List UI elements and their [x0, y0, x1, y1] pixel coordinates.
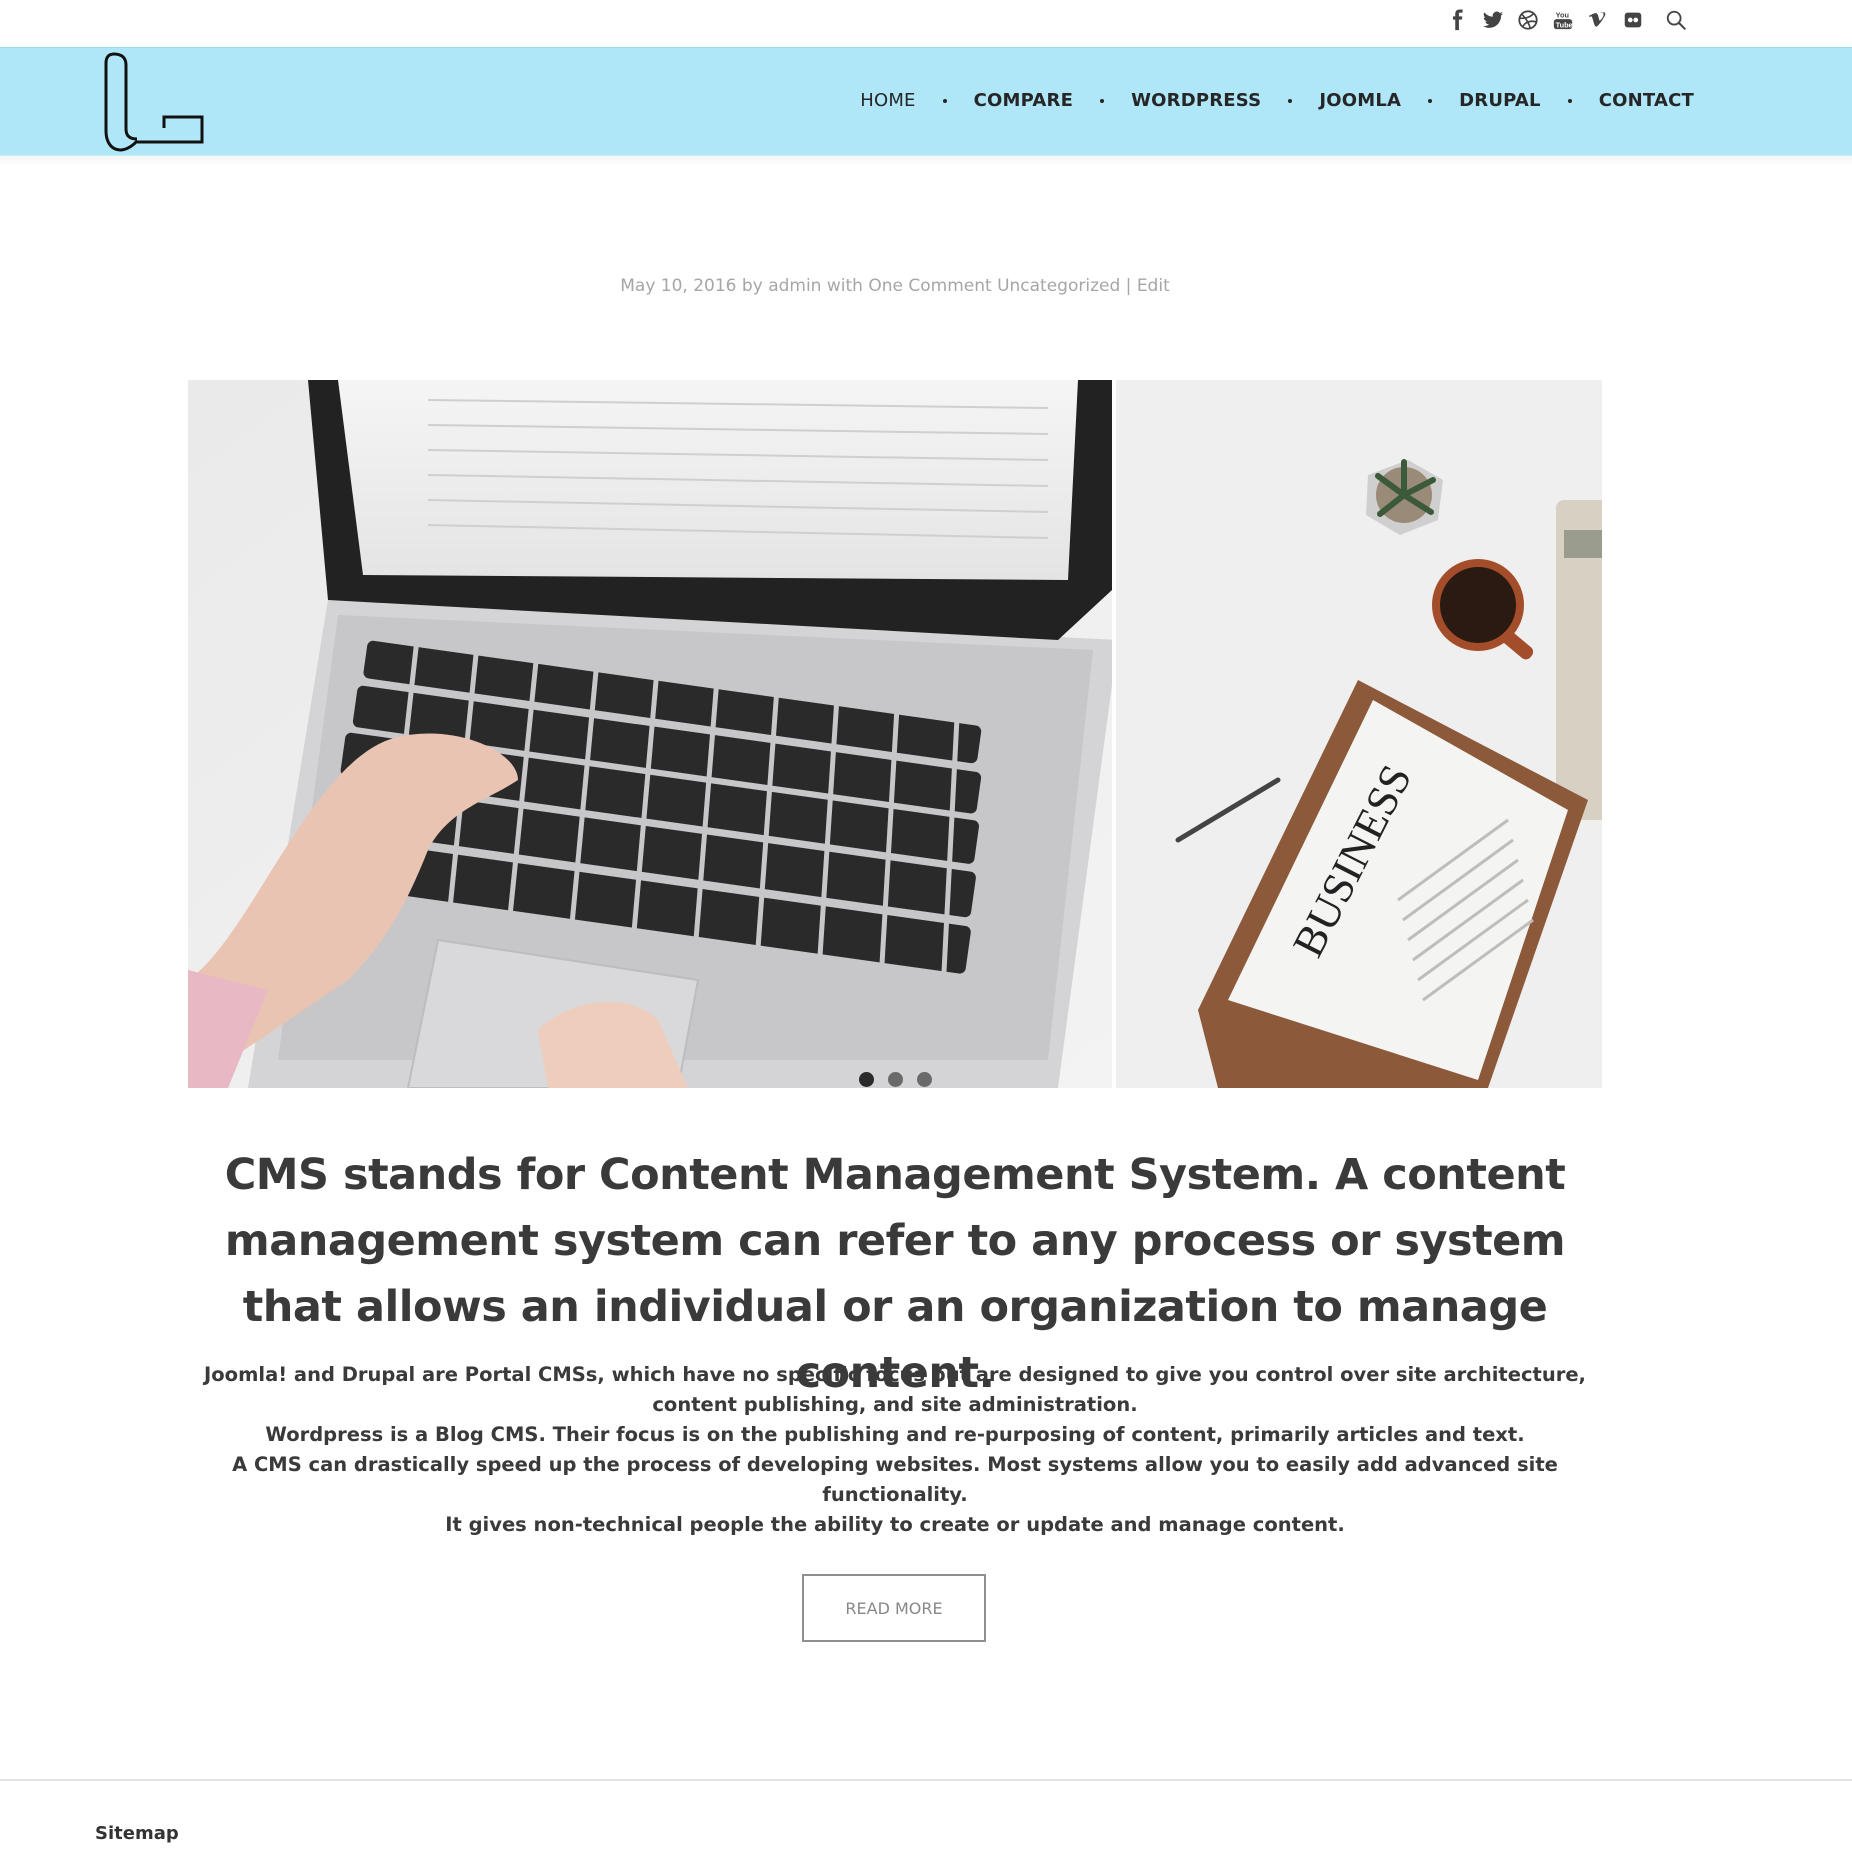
top-bar: You Tube — [0, 0, 1852, 47]
post-meta: May 10, 2016 by admin with One Comment U… — [0, 276, 1790, 296]
meta-by: by — [741, 276, 763, 296]
edit-link[interactable]: Edit — [1137, 276, 1170, 296]
post-excerpt: Joomla! and Drupal are Portal CMSs, whic… — [160, 1360, 1630, 1540]
facebook-icon[interactable] — [1446, 8, 1470, 32]
site-logo[interactable] — [104, 49, 204, 155]
dribbble-icon[interactable] — [1516, 8, 1540, 32]
nav-separator — [1567, 98, 1572, 103]
post-date[interactable]: May 10, 2016 — [620, 276, 736, 296]
nav-contact[interactable]: CONTACT — [1599, 90, 1694, 111]
post-category[interactable]: Uncategorized — [997, 276, 1120, 296]
slider-dot-3[interactable] — [916, 1072, 932, 1087]
slider-pagination — [188, 1072, 1602, 1088]
twitter-icon[interactable] — [1481, 8, 1505, 32]
nav-separator — [1288, 98, 1293, 103]
header-shadow — [0, 156, 1852, 166]
svg-text:You: You — [1556, 10, 1569, 19]
nav-home[interactable]: HOME — [860, 90, 915, 111]
nav-separator — [1428, 98, 1433, 103]
main-nav: HOME COMPARE WORDPRESS JOOMLA DRUPAL CON… — [860, 90, 1694, 111]
excerpt-paragraph-2: Wordpress is a Blog CMS. Their focus is … — [265, 1423, 1525, 1446]
post-author[interactable]: admin — [768, 276, 821, 296]
slider-dot-2[interactable] — [887, 1072, 903, 1087]
svg-text:Tube: Tube — [1556, 20, 1573, 29]
vimeo-icon[interactable] — [1586, 8, 1610, 32]
nav-separator — [942, 98, 947, 103]
site-header: HOME COMPARE WORDPRESS JOOMLA DRUPAL CON… — [0, 47, 1852, 157]
youtube-icon[interactable]: You Tube — [1551, 8, 1575, 32]
image-slider[interactable]: BUSINESS — [188, 380, 1602, 1088]
meta-with: with — [826, 276, 863, 296]
slide-image: BUSINESS — [188, 380, 1602, 1088]
footer-divider — [0, 1779, 1852, 1781]
nav-wordpress[interactable]: WORDPRESS — [1131, 90, 1261, 111]
social-links: You Tube — [1446, 8, 1688, 32]
flickr-icon[interactable] — [1621, 8, 1645, 32]
meta-separator: | — [1125, 276, 1132, 296]
slider-dot-1[interactable] — [858, 1072, 874, 1087]
nav-separator — [1100, 98, 1105, 103]
read-more-button[interactable]: READ MORE — [802, 1574, 986, 1642]
search-icon[interactable] — [1664, 8, 1688, 32]
excerpt-paragraph-1: Joomla! and Drupal are Portal CMSs, whic… — [204, 1363, 1586, 1416]
sitemap-link[interactable]: Sitemap — [95, 1823, 179, 1844]
nav-joomla[interactable]: JOOMLA — [1319, 90, 1401, 111]
nav-drupal[interactable]: DRUPAL — [1459, 90, 1541, 111]
excerpt-paragraph-3: A CMS can drastically speed up the proce… — [232, 1453, 1558, 1506]
excerpt-paragraph-4: It gives non-technical people the abilit… — [445, 1513, 1345, 1536]
nav-compare[interactable]: COMPARE — [974, 90, 1073, 111]
post-comments-link[interactable]: One Comment — [868, 276, 991, 296]
